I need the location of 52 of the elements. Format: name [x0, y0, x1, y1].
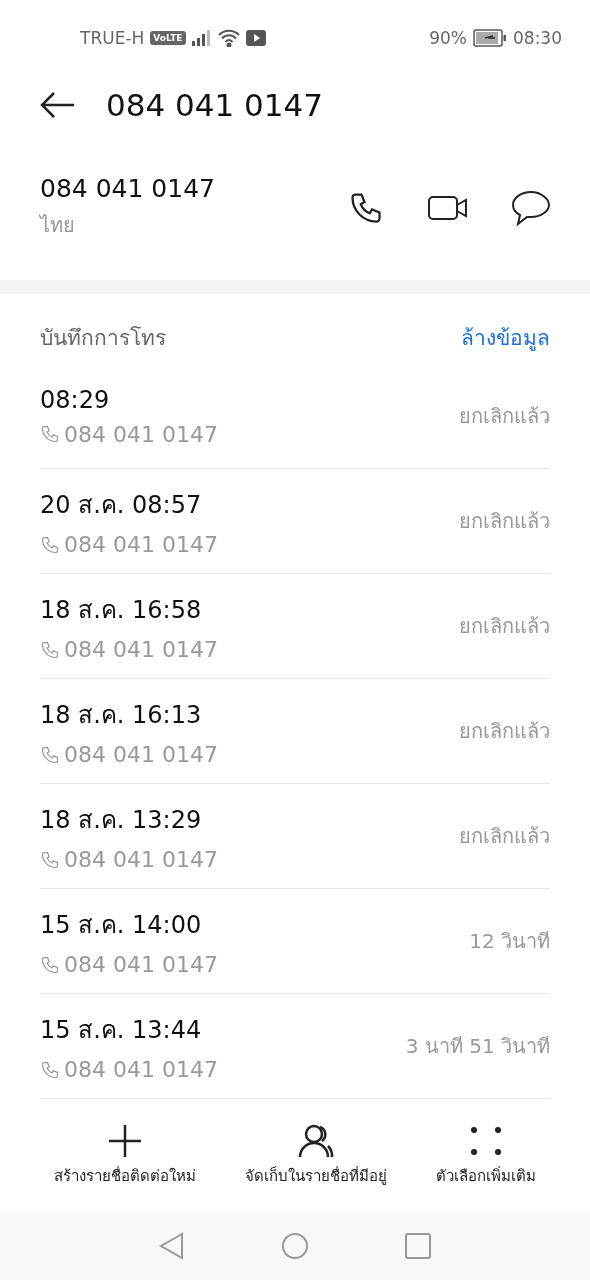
wifi-icon	[217, 28, 240, 47]
call-time: 20 ส.ค. 08:57	[40, 490, 203, 521]
volte-badge: VoLTE	[150, 30, 186, 45]
call-result: ยกเลิกแล้ว	[459, 403, 550, 430]
message-icon[interactable]	[512, 189, 550, 226]
call-result: ยกเลิกแล้ว	[459, 613, 550, 640]
person-icon	[298, 1123, 334, 1158]
outgoing-call-icon[interactable]	[40, 954, 60, 975]
call-number: 084 041 0147	[64, 847, 218, 872]
call-number: 084 041 0147	[64, 637, 218, 662]
call-time: 18 ส.ค. 16:13	[40, 700, 203, 731]
carrier-name: TRUE-H	[80, 27, 145, 48]
section-title: บันทึกการโทร	[40, 324, 166, 352]
call-number: 084 041 0147	[64, 952, 218, 977]
action-button[interactable]: จัดเก็บในรายชื่อที่มีอยู่	[245, 1123, 387, 1188]
call-number: 084 041 0147	[64, 532, 218, 557]
recents-nav-icon[interactable]	[405, 1233, 431, 1259]
back-arrow-icon[interactable]	[40, 91, 76, 119]
outgoing-call-icon[interactable]	[40, 639, 60, 660]
action-button[interactable]: สร้างรายชื่อติดต่อใหม่	[54, 1123, 197, 1188]
call-result: ยกเลิกแล้ว	[459, 823, 550, 850]
home-nav-icon[interactable]	[281, 1232, 309, 1260]
call-result: 3 นาที 51 วินาที	[405, 1033, 550, 1060]
battery-icon	[473, 28, 507, 47]
outgoing-call-icon[interactable]	[40, 1059, 60, 1080]
outgoing-call-icon[interactable]	[40, 424, 60, 444]
call-time: 18 ส.ค. 16:58	[40, 595, 203, 626]
call-number: 084 041 0147	[64, 742, 218, 767]
plus-icon	[107, 1123, 144, 1158]
battery-percent: 90%	[429, 27, 467, 48]
contact-number: 084 041 0147	[40, 174, 215, 203]
outgoing-call-icon[interactable]	[40, 849, 60, 870]
video-icon	[245, 29, 266, 46]
call-time: 15 ส.ค. 14:00	[40, 910, 203, 941]
outgoing-call-icon[interactable]	[40, 534, 60, 555]
page-title: 084 041 0147	[106, 87, 323, 123]
call-result: ยกเลิกแล้ว	[459, 508, 550, 535]
clear-link[interactable]: ล้างข้อมูล	[461, 320, 550, 354]
call-number: 084 041 0147	[64, 421, 218, 447]
action-button[interactable]: ตัวเลือกเพิ่มเติม	[435, 1123, 536, 1188]
call-number: 084 041 0147	[64, 1057, 218, 1082]
clock-time: 08:30	[513, 27, 562, 48]
video-call-icon[interactable]	[428, 193, 468, 222]
call-result: 12 วินาที	[469, 928, 550, 955]
contact-region: ไทย	[40, 212, 76, 239]
outgoing-call-icon[interactable]	[40, 744, 60, 765]
call-time: 08:29	[40, 385, 111, 414]
call-result: ยกเลิกแล้ว	[459, 718, 550, 745]
call-time: 15 ส.ค. 13:44	[40, 1015, 203, 1046]
signal-icon	[191, 29, 212, 46]
call-time: 18 ส.ค. 13:29	[40, 805, 203, 836]
back-nav-icon[interactable]	[159, 1232, 185, 1260]
